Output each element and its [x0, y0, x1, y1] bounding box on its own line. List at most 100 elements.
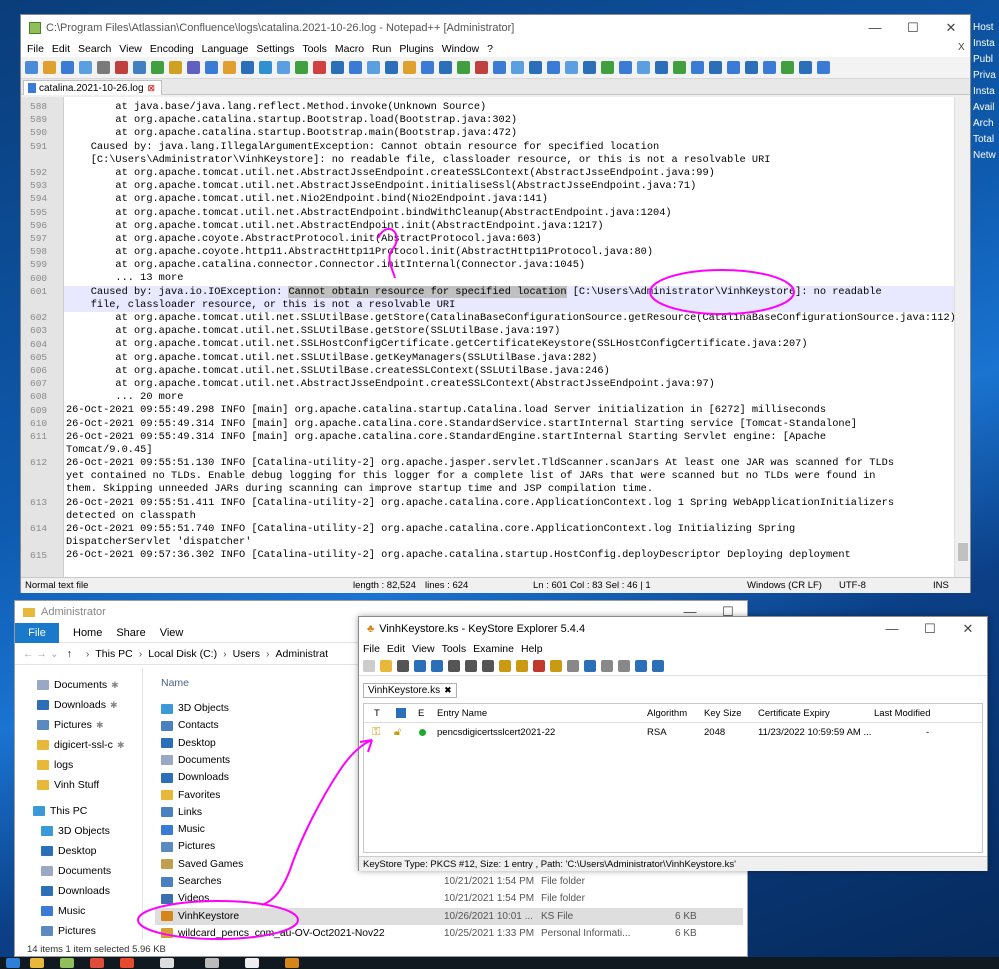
- toolbar-icon[interactable]: [652, 659, 664, 672]
- code-line[interactable]: yet contained no TLDs. Enable debug logg…: [64, 470, 954, 483]
- toolbar-icon[interactable]: [475, 61, 488, 74]
- minimize-button[interactable]: —: [873, 621, 911, 637]
- toolbar-icon[interactable]: [421, 61, 434, 74]
- toolbar-icon[interactable]: [584, 659, 596, 672]
- toolbar-icon[interactable]: [567, 659, 579, 672]
- nav-item[interactable]: Music: [41, 902, 85, 920]
- menu-item[interactable]: Run: [372, 43, 391, 55]
- toolbar-icon[interactable]: [465, 659, 477, 672]
- col-modified-header[interactable]: Last Modified: [874, 704, 931, 722]
- toolbar-icon[interactable]: [601, 61, 614, 74]
- toolbar-icon[interactable]: [431, 659, 443, 672]
- toolbar-icon[interactable]: [259, 61, 272, 74]
- code-line[interactable]: at org.apache.tomcat.util.net.Nio2Endpoi…: [64, 193, 954, 206]
- col-expired-header[interactable]: E: [418, 704, 424, 722]
- toolbar-icon[interactable]: [79, 61, 92, 74]
- toolbar-icon[interactable]: [583, 61, 596, 74]
- toolbar-icon[interactable]: [799, 61, 812, 74]
- code-line[interactable]: 26-Oct-2021 09:57:36.302 INFO [Catalina-…: [64, 549, 954, 562]
- close-button[interactable]: ✕: [949, 621, 987, 637]
- code-line[interactable]: 26-Oct-2021 09:55:49.314 INFO [main] org…: [64, 431, 954, 444]
- up-icon[interactable]: ↑: [67, 648, 72, 660]
- toolbar-icon[interactable]: [241, 61, 254, 74]
- toolbar-icon[interactable]: [619, 61, 632, 74]
- kse-tab-close-icon[interactable]: ✖: [444, 685, 452, 696]
- code-line[interactable]: 26-Oct-2021 09:55:49.314 INFO [main] org…: [64, 418, 954, 431]
- file-row[interactable]: Videos: [161, 890, 209, 907]
- nav-item[interactable]: Desktop: [41, 842, 97, 860]
- tab-catalina-log[interactable]: catalina.2021-10-26.log ⊠: [23, 80, 163, 95]
- nav-item[interactable]: logs: [37, 756, 73, 774]
- name-column-header[interactable]: Name: [161, 677, 189, 689]
- code-line[interactable]: detected on classpath: [64, 510, 954, 523]
- code-line[interactable]: at org.apache.tomcat.util.net.SSLUtilBas…: [64, 325, 954, 338]
- menu-item[interactable]: Edit: [387, 643, 405, 655]
- toolbar-icon[interactable]: [550, 659, 562, 672]
- toolbar-icon[interactable]: [380, 659, 392, 672]
- nav-item[interactable]: Downloads ✱: [37, 696, 118, 714]
- toolbar-icon[interactable]: [533, 659, 545, 672]
- code-line[interactable]: 26-Oct-2021 09:55:51.740 INFO [Catalina-…: [64, 523, 954, 536]
- breadcrumb-item[interactable]: Users: [233, 648, 260, 660]
- start-icon[interactable]: [6, 958, 20, 968]
- menu-item[interactable]: Examine: [473, 643, 514, 655]
- editor-area[interactable]: 588 589 590 591 592 593 594 595 596 597 598 599 600 6…: [21, 97, 970, 579]
- toolbar-icon[interactable]: [363, 659, 375, 672]
- menu-item[interactable]: Tools: [442, 643, 467, 655]
- toolbar-icon[interactable]: [397, 659, 409, 672]
- code-line[interactable]: ... 20 more: [64, 391, 954, 404]
- kse-tab[interactable]: VinhKeystore.ks ✖: [363, 683, 457, 698]
- ribbon-tab[interactable]: File: [15, 622, 59, 643]
- toolbar-icon[interactable]: [25, 61, 38, 74]
- toolbar-icon[interactable]: [349, 61, 362, 74]
- code-line[interactable]: file, classloader resource, or this is n…: [64, 298, 954, 312]
- menu-item[interactable]: ?: [487, 43, 493, 55]
- toolbar-icon[interactable]: [313, 61, 326, 74]
- toolbar-icon[interactable]: [133, 61, 146, 74]
- maximize-button[interactable]: ☐: [894, 20, 932, 36]
- file-row[interactable]: Documents: [161, 752, 230, 769]
- toolbar-icon[interactable]: [169, 61, 182, 74]
- toolbar-icon[interactable]: [673, 61, 686, 74]
- code-line[interactable]: ... 13 more: [64, 272, 954, 285]
- file-row[interactable]: Saved Games: [161, 856, 243, 873]
- code-line[interactable]: at org.apache.catalina.connector.Connect…: [64, 259, 954, 272]
- ribbon-tab[interactable]: View: [160, 627, 184, 639]
- pin-icon[interactable]: ✱: [111, 680, 119, 691]
- toolbar-icon[interactable]: [205, 61, 218, 74]
- toolbar-icon[interactable]: [601, 659, 613, 672]
- nav-item[interactable]: Vinh Stuff: [37, 776, 99, 794]
- breadcrumb-item[interactable]: Local Disk (C:): [148, 648, 217, 660]
- explorer-taskbar-icon[interactable]: [30, 958, 44, 968]
- toolbar-icon[interactable]: [61, 61, 74, 74]
- code-line[interactable]: DispatcherServlet 'dispatcher': [64, 536, 954, 549]
- code-line[interactable]: at org.apache.tomcat.util.net.SSLUtilBas…: [64, 312, 954, 325]
- minimize-button[interactable]: —: [856, 20, 894, 36]
- code-line[interactable]: 26-Oct-2021 09:55:51.411 INFO [Catalina-…: [64, 497, 954, 510]
- toolbar-icon[interactable]: [457, 61, 470, 74]
- menu-item[interactable]: Encoding: [150, 43, 194, 55]
- code-line[interactable]: [C:\Users\Administrator\VinhKeystore]: n…: [64, 154, 954, 167]
- toolbar-icon[interactable]: [331, 61, 344, 74]
- code-line[interactable]: at org.apache.tomcat.util.net.AbstractJs…: [64, 167, 954, 180]
- code-lines[interactable]: at java.base/java.lang.reflect.Method.in…: [64, 101, 954, 563]
- toolbar-icon[interactable]: [277, 61, 290, 74]
- nav-item[interactable]: Downloads: [41, 882, 110, 900]
- toolbar-icon[interactable]: [115, 61, 128, 74]
- toolbar-icon[interactable]: [385, 61, 398, 74]
- code-line[interactable]: Tomcat/9.0.45]: [64, 444, 954, 457]
- menu-item[interactable]: Plugins: [399, 43, 433, 55]
- file-row[interactable]: wildcard_pencs_com_au-OV-Oct2021-Nov22: [161, 925, 385, 942]
- menu-item[interactable]: Help: [521, 643, 543, 655]
- toolbar-icon[interactable]: [187, 61, 200, 74]
- file-row[interactable]: Music: [161, 821, 205, 838]
- toolbar-icon[interactable]: [727, 61, 740, 74]
- toolbar-icon[interactable]: [529, 61, 542, 74]
- code-line[interactable]: 26-Oct-2021 09:55:49.298 INFO [main] org…: [64, 404, 954, 417]
- toolbar-icon[interactable]: [635, 659, 647, 672]
- code-line[interactable]: at org.apache.tomcat.util.net.SSLUtilBas…: [64, 352, 954, 365]
- menu-item[interactable]: Tools: [302, 43, 327, 55]
- menu-item[interactable]: Edit: [52, 43, 70, 55]
- notepad-taskbar-icon[interactable]: [60, 958, 74, 968]
- toolbar-icon[interactable]: [655, 61, 668, 74]
